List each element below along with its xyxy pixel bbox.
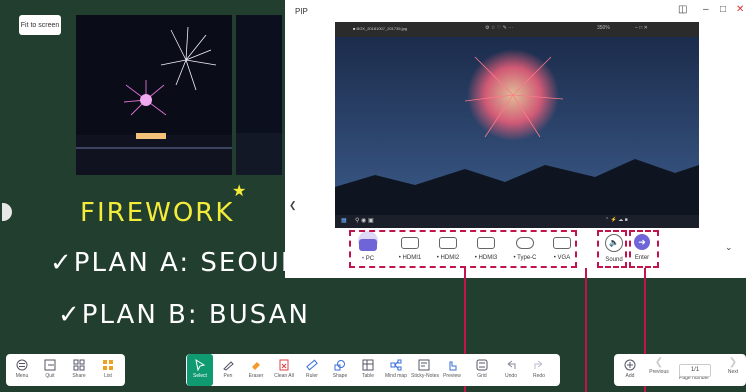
tool-label: Quit bbox=[45, 373, 55, 379]
previous-page-button[interactable]: ❮ Previous bbox=[646, 354, 672, 386]
tool-label: Ruler bbox=[306, 373, 318, 379]
tool-label: List bbox=[104, 373, 112, 379]
list-button[interactable]: List bbox=[95, 354, 121, 386]
tool-label: Add bbox=[625, 373, 635, 379]
tool-label: Undo bbox=[505, 373, 517, 379]
grid-icon bbox=[476, 359, 488, 371]
sound-highlight bbox=[597, 230, 627, 268]
viewer-filename: ■ BOX_20181007_201735.jpg bbox=[353, 26, 408, 31]
tool-label: Shape bbox=[332, 373, 348, 379]
windows-taskbar: ▦ ⚲ ◉ ▣ ⌃ ⚡ ☁ ■ bbox=[335, 215, 699, 228]
pip-layout-icon[interactable]: ◫ bbox=[678, 4, 687, 15]
tool-label: Clean All bbox=[274, 373, 294, 379]
fireworks-photo[interactable] bbox=[76, 15, 232, 175]
pip-source-screen[interactable]: ■ BOX_20181007_201735.jpg ⚙ ☆ ♡ ✎ ⋯ 350%… bbox=[335, 22, 699, 228]
add-page-button[interactable]: Add bbox=[617, 354, 643, 386]
select-tool-button[interactable]: Select bbox=[187, 354, 213, 386]
undo-icon bbox=[507, 360, 516, 369]
undo-button[interactable]: Undo bbox=[498, 354, 524, 386]
chevron-right-icon: ❯ bbox=[728, 357, 738, 368]
next-page-button[interactable]: ❯ Next bbox=[720, 354, 746, 386]
redo-icon bbox=[534, 360, 543, 369]
tool-label: Table bbox=[362, 373, 374, 379]
chevron-down-icon[interactable]: ⌄ bbox=[725, 242, 733, 253]
pip-window[interactable]: PIP ◫ – □ ✕ ■ BOX_20181007_201735.jpg ⚙ … bbox=[285, 0, 746, 278]
eraser-icon bbox=[252, 362, 260, 370]
eraser-tool-button[interactable]: Eraser bbox=[243, 354, 269, 386]
preview-icon bbox=[449, 361, 457, 371]
tool-label: Grid bbox=[477, 373, 487, 379]
pen-icon bbox=[223, 361, 234, 371]
tool-label: Previous bbox=[649, 369, 669, 375]
toolbar-left: Menu Quit Share List bbox=[6, 354, 125, 386]
maximize-icon[interactable]: □ bbox=[720, 4, 726, 15]
tool-label: Next bbox=[727, 369, 739, 375]
select-icon bbox=[195, 359, 206, 371]
page-number-input[interactable]: 1/1 bbox=[679, 364, 711, 377]
sticky-notes-button[interactable]: Sticky-Notes bbox=[411, 354, 440, 386]
table-icon bbox=[362, 359, 374, 371]
tool-label: Eraser bbox=[248, 373, 264, 379]
share-icon bbox=[73, 359, 85, 371]
callout-line-sound bbox=[585, 268, 587, 392]
handwriting-plan-a: ✓PLAN A: SEOUL bbox=[50, 248, 298, 278]
minimize-icon[interactable]: – bbox=[703, 4, 709, 15]
viewer-zoom: 350% bbox=[597, 25, 610, 31]
tool-label: Mind map bbox=[385, 373, 407, 379]
star-doodle: ★ bbox=[232, 183, 247, 200]
pip-source-bar: • PC • HDMI1 • HDMI2 • HDMI3 • Type-C • … bbox=[285, 228, 746, 278]
tool-label: Preview bbox=[443, 373, 461, 379]
list-icon bbox=[103, 360, 113, 370]
close-icon[interactable]: ✕ bbox=[736, 4, 744, 15]
add-icon bbox=[624, 359, 636, 371]
toolbar-center: Select Pen Eraser Clean All Ruler Shape … bbox=[186, 354, 560, 386]
table-tool-button[interactable]: Table bbox=[355, 354, 381, 386]
pip-title: PIP bbox=[295, 7, 308, 16]
viewer-fireworks-image bbox=[335, 37, 699, 215]
shape-tool-button[interactable]: Shape bbox=[327, 354, 353, 386]
taskbar-tray-icon: ⌃ ⚡ ☁ ■ bbox=[605, 217, 628, 223]
tool-label: Menu bbox=[15, 373, 29, 379]
redo-button[interactable]: Redo bbox=[526, 354, 552, 386]
ruler-tool-button[interactable]: Ruler bbox=[299, 354, 325, 386]
menu-icon bbox=[16, 359, 28, 371]
sources-highlight bbox=[349, 230, 577, 268]
handwriting-title: FIREWORK bbox=[80, 198, 235, 228]
handwriting-plan-b: ✓PLAN B: BUSAN bbox=[58, 300, 310, 330]
clean-all-button[interactable]: Clean All bbox=[271, 354, 297, 386]
tool-label: Sticky-Notes bbox=[411, 373, 440, 379]
tool-label: Pen bbox=[223, 373, 233, 379]
chevron-left-icon: ❮ bbox=[654, 357, 664, 368]
tool-label: Share bbox=[72, 373, 86, 379]
ruler-icon bbox=[306, 359, 318, 371]
quit-icon bbox=[44, 359, 56, 371]
pen-tool-button[interactable]: Pen bbox=[215, 354, 241, 386]
clean-all-icon bbox=[279, 359, 289, 371]
fireworks-photo-secondary[interactable] bbox=[236, 15, 282, 175]
enter-highlight bbox=[629, 230, 659, 268]
tool-label: Redo bbox=[533, 373, 545, 379]
menu-button[interactable]: Menu bbox=[9, 354, 35, 386]
tool-label: Select bbox=[193, 373, 207, 379]
quit-button[interactable]: Quit bbox=[37, 354, 63, 386]
viewer-window-controls-icon: – □ ✕ bbox=[635, 25, 648, 31]
sticky-notes-icon bbox=[418, 359, 430, 371]
chevron-left-icon[interactable]: ❮ bbox=[289, 200, 297, 211]
shape-icon bbox=[334, 360, 345, 371]
fit-to-screen-button[interactable]: Fit to screen bbox=[19, 15, 61, 35]
share-button[interactable]: Share bbox=[66, 354, 92, 386]
windows-start-icon: ▦ bbox=[341, 218, 347, 224]
left-side-handle[interactable] bbox=[2, 203, 12, 221]
viewer-tools-icon: ⚙ ☆ ♡ ✎ ⋯ bbox=[485, 25, 514, 31]
mind-map-button[interactable]: Mind map bbox=[383, 354, 409, 386]
preview-button[interactable]: Preview bbox=[439, 354, 465, 386]
grid-button[interactable]: Grid bbox=[469, 354, 495, 386]
mind-map-icon bbox=[390, 359, 402, 371]
photo-viewer-titlebar: ■ BOX_20181007_201735.jpg ⚙ ☆ ♡ ✎ ⋯ 350%… bbox=[335, 22, 699, 37]
taskbar-apps-icon: ⚲ ◉ ▣ bbox=[355, 218, 374, 224]
